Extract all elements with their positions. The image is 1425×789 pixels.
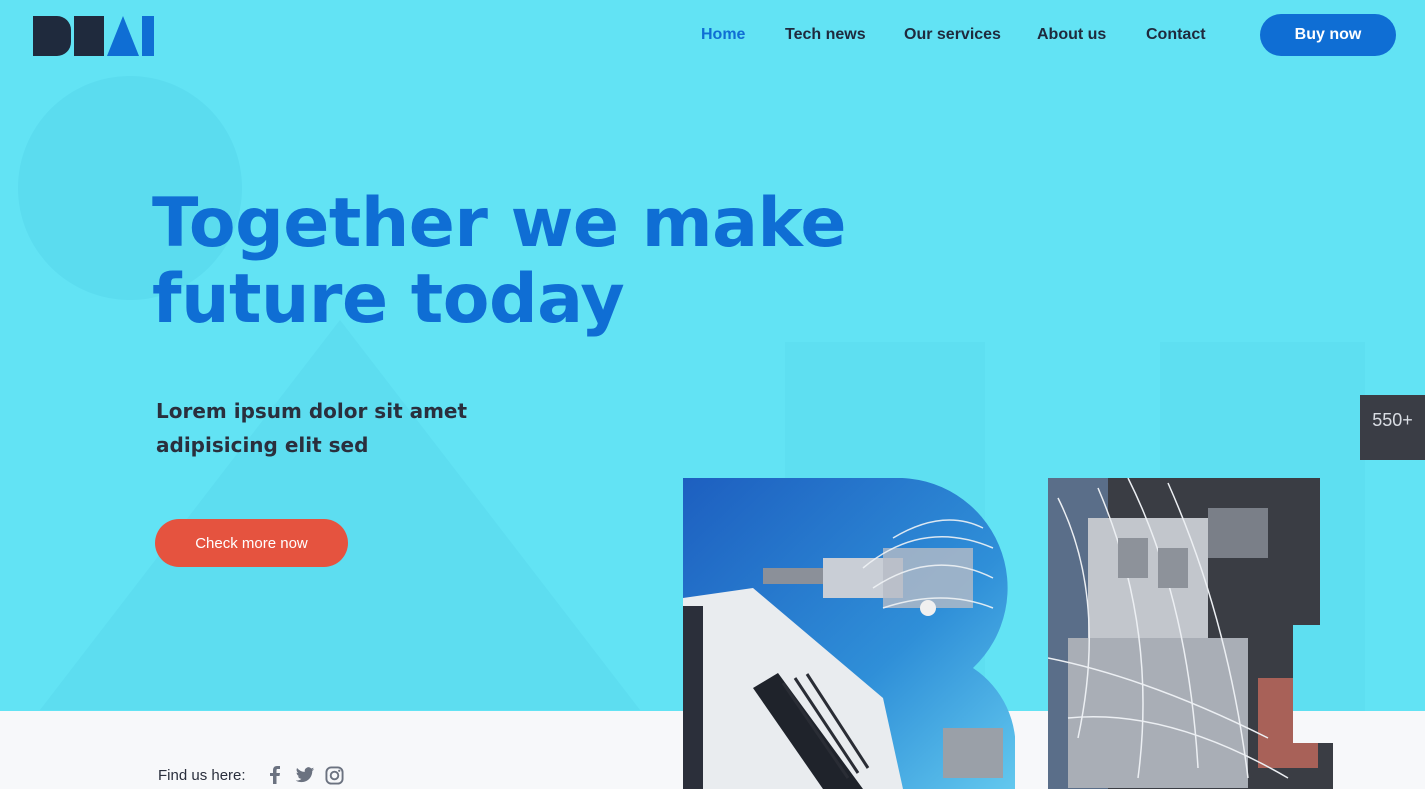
stat-value: 550+: [1372, 410, 1413, 430]
hero-headline: Together we make future today: [152, 186, 872, 338]
brand-logo[interactable]: [33, 16, 154, 56]
buy-now-button[interactable]: Buy now: [1260, 14, 1396, 56]
instagram-icon[interactable]: [324, 764, 346, 786]
hero-subtitle: Lorem ipsum dolor sit amet adipisicing e…: [156, 394, 516, 462]
logo-letter-e: [74, 16, 104, 56]
nav-tech-news[interactable]: Tech news: [785, 26, 866, 44]
headline-line-1: Together we make: [152, 184, 846, 263]
robot-machinery-image: [1048, 478, 1333, 789]
find-us-label: Find us here:: [158, 766, 246, 784]
social-links-row: Find us here:: [158, 763, 354, 787]
logo-letter-a: [107, 16, 139, 56]
subtitle-line-1: Lorem ipsum dolor sit amet: [156, 399, 468, 423]
nav-about-us[interactable]: About us: [1037, 26, 1106, 44]
stat-badge[interactable]: 550+ ​: [1360, 395, 1425, 460]
stat-caption: ​: [1360, 434, 1425, 440]
nav-our-services[interactable]: Our services: [904, 26, 1001, 44]
headline-line-2: future today: [152, 260, 625, 339]
facebook-icon[interactable]: [264, 764, 286, 786]
check-more-button[interactable]: Check more now: [155, 519, 348, 567]
robot-hand-image: [683, 478, 1015, 789]
logo-letter-b: [33, 16, 71, 56]
nav-home[interactable]: Home: [701, 26, 745, 44]
logo-letter-i: [142, 16, 154, 56]
nav-contact[interactable]: Contact: [1146, 26, 1206, 44]
subtitle-line-2: adipisicing elit sed: [156, 433, 369, 457]
twitter-icon[interactable]: [294, 764, 316, 786]
background-triangle-shape: [40, 320, 640, 710]
